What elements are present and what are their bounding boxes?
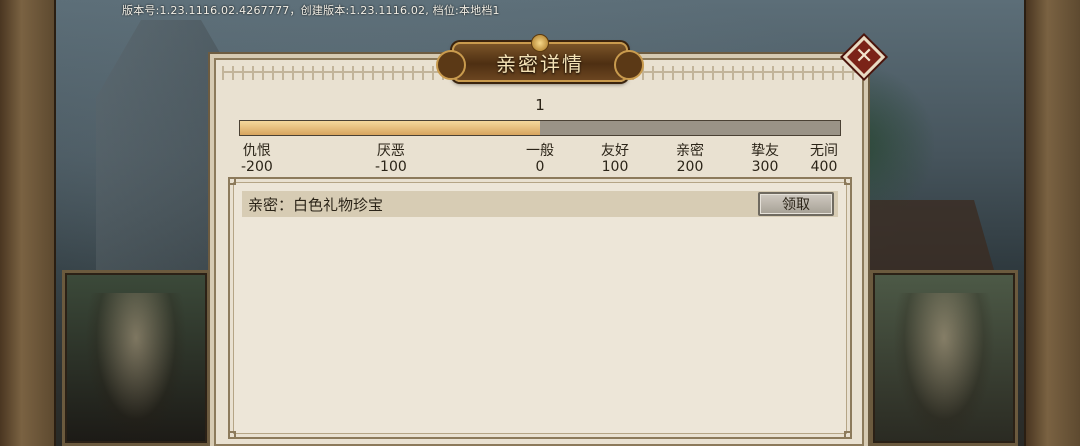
scale-value: 100 xyxy=(601,159,629,175)
intimacy-progress-fill xyxy=(240,121,540,135)
scale-item-inseparable: 无间 400 xyxy=(810,143,838,175)
scale-value: 0 xyxy=(535,159,545,175)
portrait-figure-left xyxy=(85,293,187,443)
left-frame xyxy=(0,0,56,446)
close-icon: ✕ xyxy=(854,44,874,69)
close-button[interactable]: ✕ xyxy=(841,35,887,79)
scale-item-disgust: 厌恶 -100 xyxy=(375,143,407,175)
scale-value: 200 xyxy=(676,159,704,175)
reward-panel: 亲密：白色礼物珍宝 领取 xyxy=(228,177,852,439)
scale-value: 300 xyxy=(751,159,779,175)
scale-label: 一般 xyxy=(526,143,554,159)
character-portrait-right xyxy=(870,270,1018,446)
portrait-figure-right xyxy=(893,293,995,443)
scale-item-hatred: 仇恨 -200 xyxy=(241,143,273,175)
panel-corner xyxy=(228,177,236,185)
character-portrait-left xyxy=(62,270,210,446)
scale-value: -200 xyxy=(241,159,273,175)
scale-value: 400 xyxy=(810,159,838,175)
scale-label: 厌恶 xyxy=(376,143,405,159)
scale-label: 亲密 xyxy=(676,143,704,159)
panel-corner xyxy=(844,431,852,439)
scale-item-intimate: 亲密 200 xyxy=(676,143,704,175)
scale-label: 友好 xyxy=(601,143,629,159)
intimacy-progress-bar xyxy=(239,120,841,136)
right-frame xyxy=(1024,0,1080,446)
scale-value: -100 xyxy=(375,159,407,175)
version-info: 版本号:1.23.1116.02.4267777，创建版本:1.23.1116.… xyxy=(122,4,500,17)
reward-row: 亲密：白色礼物珍宝 领取 xyxy=(242,191,838,217)
scale-label: 仇恨 xyxy=(242,143,271,159)
panel-corner xyxy=(844,177,852,185)
claim-button[interactable]: 领取 xyxy=(758,192,834,216)
scale-label: 挚友 xyxy=(751,143,779,159)
reward-label: 亲密：白色礼物珍宝 xyxy=(248,195,384,214)
scale-item-friendly: 友好 100 xyxy=(601,143,629,175)
close-button-frame: ✕ xyxy=(842,35,886,79)
dialog-title-plate: 亲密详情 xyxy=(436,34,644,82)
scale-item-close-friend: 挚友 300 xyxy=(751,143,779,175)
intimacy-level: 1 xyxy=(535,96,545,114)
scale-item-neutral: 一般 0 xyxy=(526,143,554,175)
title-gem-ornament xyxy=(531,34,549,52)
scale-label: 无间 xyxy=(810,143,838,159)
panel-corner xyxy=(228,431,236,439)
